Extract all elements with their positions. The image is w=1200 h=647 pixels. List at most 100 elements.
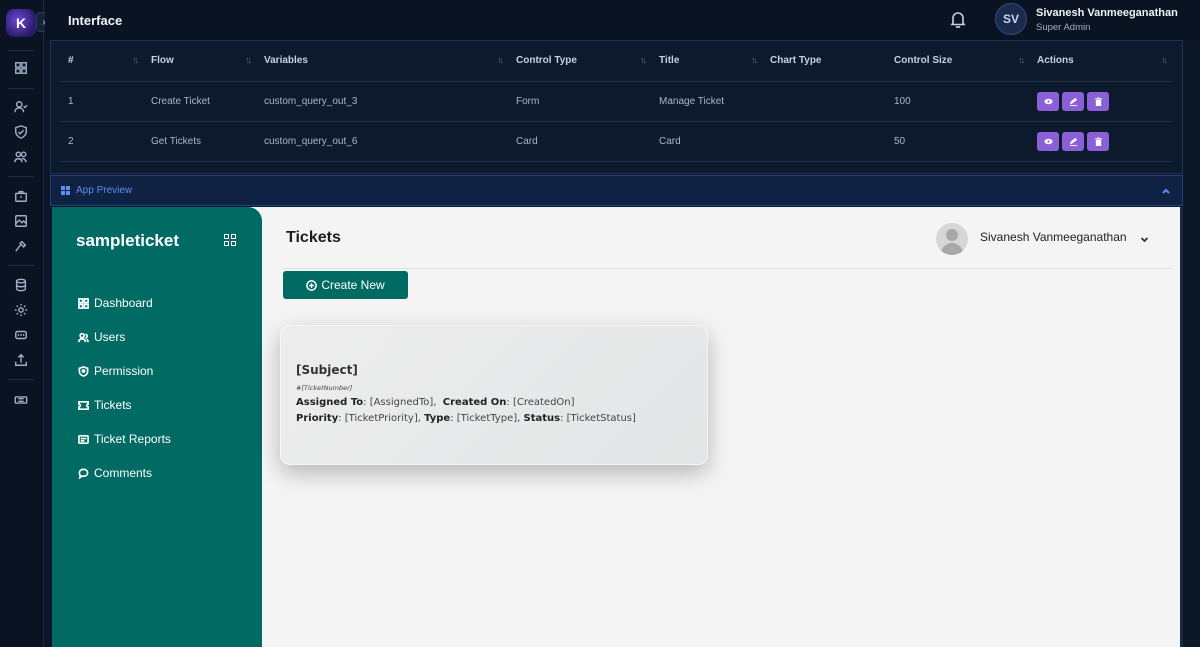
table-row: 1 Create Ticket custom_query_out_3 Form … <box>60 81 1172 122</box>
cell-control-size: 50 <box>886 121 1029 162</box>
grid-icon <box>61 186 70 195</box>
cell-title: Manage Ticket <box>651 81 762 122</box>
pencil-icon <box>1069 97 1077 106</box>
shield-icon[interactable] <box>12 123 30 141</box>
view-button[interactable] <box>1037 91 1059 111</box>
scrollbar[interactable] <box>1180 207 1183 647</box>
ticket-icon[interactable] <box>12 391 30 409</box>
card-ticket-number: #[TicketNumber] <box>296 384 353 392</box>
create-new-button[interactable]: Create New <box>283 271 408 299</box>
table-header-row: # ↑↓ Flow ↑↓ Variables ↑↓ Control Type ↑↓ Ti… <box>60 41 1172 82</box>
card-subject: [Subject] <box>296 363 358 377</box>
settings-icon[interactable] <box>12 301 30 319</box>
delete-button[interactable] <box>1087 131 1109 151</box>
ticket-card[interactable]: [Subject] #[TicketNumber] Assigned To: [… <box>280 325 708 465</box>
nav-label: Users <box>94 330 126 344</box>
nav-item-tickets[interactable]: Tickets <box>78 396 132 414</box>
sort-icon[interactable]: ↑↓ <box>640 55 647 65</box>
column-header-flow[interactable]: Flow ↑↓ <box>143 41 256 82</box>
chevron-down-icon[interactable] <box>1140 231 1149 243</box>
sort-icon[interactable]: ↑↓ <box>751 55 758 65</box>
sort-icon[interactable]: ↑↓ <box>497 55 504 65</box>
left-rail: K › <box>0 0 52 647</box>
upload-icon[interactable] <box>12 351 30 369</box>
dashboard-icon <box>78 297 89 309</box>
page-title: Interface <box>68 13 123 28</box>
eye-icon <box>1043 98 1053 104</box>
cell-control-type: Card <box>508 121 651 162</box>
users-icon <box>78 332 89 342</box>
nav-item-comments[interactable]: Comments <box>78 464 152 482</box>
cell-number: 1 <box>60 81 143 122</box>
cell-variables: custom_query_out_6 <box>256 121 508 162</box>
column-header-chart-type[interactable]: Chart Type <box>762 41 886 82</box>
trash-icon <box>1094 96 1102 106</box>
users-icon[interactable] <box>12 148 30 166</box>
apps-icon[interactable] <box>12 59 30 77</box>
column-header-variables[interactable]: Variables ↑↓ <box>256 41 508 82</box>
nav-item-users[interactable]: Users <box>78 328 125 346</box>
plus-circle-icon <box>306 279 318 291</box>
image-icon[interactable] <box>12 212 30 230</box>
permission-icon <box>78 365 89 377</box>
edit-button[interactable] <box>1062 131 1084 151</box>
cell-title: Card <box>651 121 762 162</box>
hammer-icon[interactable] <box>12 237 30 255</box>
nav-label: Dashboard <box>94 296 153 310</box>
logo-icon[interactable]: K <box>6 9 36 37</box>
cell-variables: custom_query_out_3 <box>256 81 508 122</box>
bell-icon[interactable] <box>949 10 967 29</box>
cell-control-size: 100 <box>886 81 1029 122</box>
nav-label: Ticket Reports <box>94 432 171 446</box>
sort-icon[interactable]: ↑↓ <box>1018 55 1025 65</box>
trash-icon <box>1094 136 1102 146</box>
nav-item-dashboard[interactable]: Dashboard <box>78 294 153 312</box>
chevron-up-icon[interactable] <box>1160 184 1172 196</box>
user-check-icon[interactable] <box>12 98 30 116</box>
tickets-icon <box>78 400 89 410</box>
nav-item-ticket-reports[interactable]: Ticket Reports <box>78 430 171 448</box>
sort-icon[interactable]: ↑↓ <box>1161 55 1168 65</box>
cell-control-type: Form <box>508 81 651 122</box>
avatar[interactable] <box>936 223 968 255</box>
cell-chart-type <box>762 81 886 122</box>
rail-divider <box>8 50 34 51</box>
comments-icon <box>78 468 89 479</box>
app-user-name[interactable]: Sivanesh Vanmeeganathan <box>980 230 1127 244</box>
column-header-control-type[interactable]: Control Type ↑↓ <box>508 41 651 82</box>
cell-number: 2 <box>60 121 143 162</box>
avatar[interactable]: SV <box>995 3 1027 35</box>
interface-table-panel: # ↑↓ Flow ↑↓ Variables ↑↓ Control Type ↑↓ Ti… <box>50 40 1183 174</box>
user-name[interactable]: Sivanesh Vanmeeganathan <box>1036 7 1178 19</box>
apps-grid-icon[interactable] <box>224 234 237 247</box>
app-preview-header[interactable]: App Preview <box>50 175 1183 206</box>
app-preview-label: App Preview <box>76 185 133 196</box>
nav-label: Tickets <box>94 398 132 412</box>
app-name: sampleticket <box>76 231 179 250</box>
api-icon[interactable] <box>12 326 30 344</box>
briefcase-icon[interactable] <box>12 187 30 205</box>
column-header-number[interactable]: # ↑↓ <box>60 41 143 82</box>
edit-button[interactable] <box>1062 91 1084 111</box>
pencil-icon <box>1069 137 1077 146</box>
sort-icon[interactable]: ↑↓ <box>132 55 139 65</box>
reports-icon <box>78 434 89 444</box>
create-new-label: Create New <box>321 278 385 292</box>
column-header-actions[interactable]: Actions ↑↓ <box>1029 41 1172 82</box>
table-row: 2 Get Tickets custom_query_out_6 Card Ca… <box>60 121 1172 162</box>
cell-flow: Get Tickets <box>143 121 256 162</box>
rail-divider <box>8 265 34 266</box>
cell-chart-type <box>762 121 886 162</box>
database-icon[interactable] <box>12 276 30 294</box>
sort-icon[interactable]: ↑↓ <box>245 55 252 65</box>
column-header-control-size[interactable]: Control Size ↑↓ <box>886 41 1029 82</box>
cell-flow: Create Ticket <box>143 81 256 122</box>
eye-icon <box>1043 138 1053 144</box>
app-page-title: Tickets <box>286 229 341 246</box>
column-header-title[interactable]: Title ↑↓ <box>651 41 762 82</box>
card-priority-line: Priority: [TicketPriority], Type: [Ticke… <box>296 413 636 424</box>
delete-button[interactable] <box>1087 91 1109 111</box>
view-button[interactable] <box>1037 131 1059 151</box>
rail-divider <box>8 379 34 380</box>
nav-item-permission[interactable]: Permission <box>78 362 153 380</box>
